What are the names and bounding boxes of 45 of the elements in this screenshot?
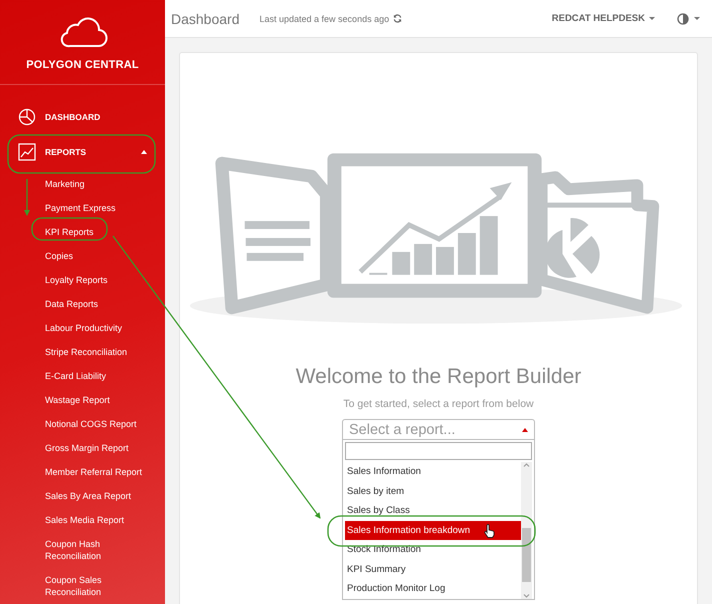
brand-name: POLYGON CENTRAL (26, 59, 139, 71)
pie-chart-icon (18, 108, 36, 126)
scrollbar[interactable] (521, 462, 532, 598)
submenu-item[interactable]: Coupon Sales Reconciliation (0, 568, 153, 604)
nav-item[interactable]: REPORTS (0, 137, 165, 167)
submenu-item[interactable]: Sales By Area Report (0, 484, 153, 508)
submenu-item[interactable]: Payment Express (0, 196, 153, 220)
scrollbar-thumb[interactable] (522, 528, 531, 582)
refresh-icon[interactable] (393, 14, 402, 23)
submenu-item[interactable]: Coupon Hash Reconciliation (0, 532, 153, 568)
caret-icon (694, 17, 700, 20)
report-option[interactable]: Sales Information breakdown (345, 520, 521, 540)
line-chart-icon (18, 143, 36, 161)
submenu-item[interactable]: Sales Media Report (0, 508, 153, 532)
nav-item[interactable]: DASHBOARD (0, 102, 165, 132)
scroll-down-icon[interactable] (523, 592, 530, 598)
submenu-item[interactable]: Loyalty Reports (0, 268, 153, 292)
report-option[interactable]: KPI Summary (345, 560, 521, 579)
submenu-item[interactable]: KPI Reports (0, 220, 153, 244)
submenu-item[interactable]: Member Referral Report (0, 460, 153, 484)
submenu-item[interactable]: Gross Margin Report (0, 436, 153, 460)
instruction-text: To get started, select a report from below (343, 397, 534, 411)
hand-cursor-icon (484, 524, 495, 538)
submenu-item[interactable]: Wastage Report (0, 388, 153, 412)
report-option[interactable]: Sales by item (345, 482, 521, 501)
welcome-heading: Welcome to the Report Builder (296, 364, 582, 390)
user-menu[interactable]: REDCAT HELPDESK (552, 13, 655, 24)
theme-menu[interactable] (677, 12, 700, 24)
caret-icon (649, 17, 655, 20)
annotation-arrow (24, 179, 30, 216)
submenu-item[interactable]: Stripe Reconciliation (0, 340, 153, 364)
submenu-item[interactable]: Notional COGS Report (0, 412, 153, 436)
submenu-item[interactable]: Labour Productivity (0, 316, 153, 340)
submenu-item[interactable]: Copies (0, 244, 153, 268)
contrast-icon (677, 12, 689, 24)
submenu-item[interactable]: Marketing (0, 172, 153, 196)
scroll-up-icon[interactable] (523, 462, 530, 468)
submenu-item[interactable]: E-Card Liability (0, 364, 153, 388)
page-title: Dashboard (171, 10, 240, 26)
submenu-item[interactable]: Data Reports (0, 292, 153, 316)
last-updated-text: Last updated a few seconds ago (260, 14, 390, 24)
search-field[interactable] (345, 442, 532, 460)
report-option[interactable]: Production Monitor Log (345, 579, 521, 598)
report-option[interactable]: Sales by Class (345, 501, 521, 520)
report-option[interactable]: Sales Information (345, 462, 521, 482)
